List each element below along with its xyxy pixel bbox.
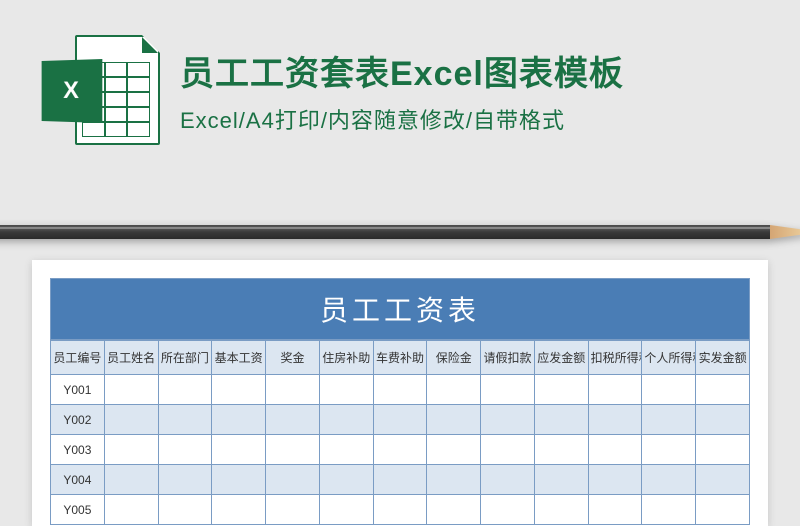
table-cell [212,465,266,495]
table-cell [266,405,320,435]
column-header: 员工编号 [51,341,105,375]
table-cell [104,495,158,525]
table-cell [427,375,481,405]
table-cell [481,435,535,465]
table-cell [534,495,588,525]
table-cell [534,405,588,435]
table-cell [642,375,696,405]
main-title: 员工工资套表Excel图表模板 [180,46,760,95]
table-cell [373,465,427,495]
table-cell [588,465,642,495]
table-row: Y004 [51,465,750,495]
table-cell [588,405,642,435]
table-cell [319,465,373,495]
table-cell [534,465,588,495]
employee-id-cell: Y004 [51,465,105,495]
employee-id-cell: Y003 [51,435,105,465]
table-cell [266,375,320,405]
table-cell [588,435,642,465]
table-cell [319,375,373,405]
table-cell [427,435,481,465]
excel-icon: X [40,30,160,150]
table-cell [696,465,750,495]
table-cell [642,495,696,525]
table-cell [319,435,373,465]
table-cell [158,495,212,525]
table-cell [534,375,588,405]
table-cell [481,495,535,525]
table-cell [212,405,266,435]
title-block: 员工工资套表Excel图表模板 Excel/A4打印/内容随意修改/自带格式 [180,46,760,135]
table-cell [696,375,750,405]
employee-id-cell: Y001 [51,375,105,405]
column-header: 基本工资 [212,341,266,375]
table-cell [266,465,320,495]
table-cell [642,465,696,495]
pencil-divider [0,225,800,239]
column-header: 保险金 [427,341,481,375]
table-cell [427,405,481,435]
table-cell [642,405,696,435]
column-header: 实发金额 [696,341,750,375]
table-cell [212,375,266,405]
column-header: 员工姓名 [104,341,158,375]
table-cell [104,375,158,405]
table-cell [158,435,212,465]
table-cell [212,435,266,465]
table-row: Y001 [51,375,750,405]
table-cell [696,435,750,465]
table-cell [481,405,535,435]
pencil-tip [770,225,800,239]
table-row: Y005 [51,495,750,525]
table-cell [481,465,535,495]
column-header: 车费补助 [373,341,427,375]
table-cell [696,405,750,435]
table-header-row: 员工编号员工姓名所在部门基本工资奖金住房补助车费补助保险金请假扣款应发金额扣税所… [51,341,750,375]
table-cell [158,465,212,495]
table-cell [373,435,427,465]
table-cell [427,495,481,525]
table-cell [642,435,696,465]
column-header: 奖金 [266,341,320,375]
table-cell [104,435,158,465]
table-cell [104,405,158,435]
salary-table: 员工编号员工姓名所在部门基本工资奖金住房补助车费补助保险金请假扣款应发金额扣税所… [50,340,750,525]
table-cell [696,495,750,525]
pencil-body [0,225,770,239]
table-cell [212,495,266,525]
column-header: 个人所得税 [642,341,696,375]
table-cell [373,405,427,435]
table-cell [158,405,212,435]
table-cell [319,405,373,435]
subtitle: Excel/A4打印/内容随意修改/自带格式 [180,103,760,135]
table-cell [588,495,642,525]
table-cell [373,375,427,405]
table-row: Y002 [51,405,750,435]
employee-id-cell: Y005 [51,495,105,525]
table-cell [534,435,588,465]
table-cell [158,375,212,405]
spreadsheet-preview: 员工工资表 员工编号员工姓名所在部门基本工资奖金住房补助车费补助保险金请假扣款应… [32,260,768,526]
header: X 员工工资套表Excel图表模板 Excel/A4打印/内容随意修改/自带格式 [0,0,800,170]
table-cell [319,495,373,525]
column-header: 请假扣款 [481,341,535,375]
employee-id-cell: Y002 [51,405,105,435]
column-header: 住房补助 [319,341,373,375]
table-cell [266,435,320,465]
table-cell [373,495,427,525]
table-cell [427,465,481,495]
column-header: 应发金额 [534,341,588,375]
table-cell [481,375,535,405]
excel-icon-badge: X [42,59,103,123]
column-header: 扣税所得税 [588,341,642,375]
table-row: Y003 [51,435,750,465]
table-cell [588,375,642,405]
sheet-title: 员工工资表 [50,278,750,340]
column-header: 所在部门 [158,341,212,375]
table-cell [104,465,158,495]
table-cell [266,495,320,525]
